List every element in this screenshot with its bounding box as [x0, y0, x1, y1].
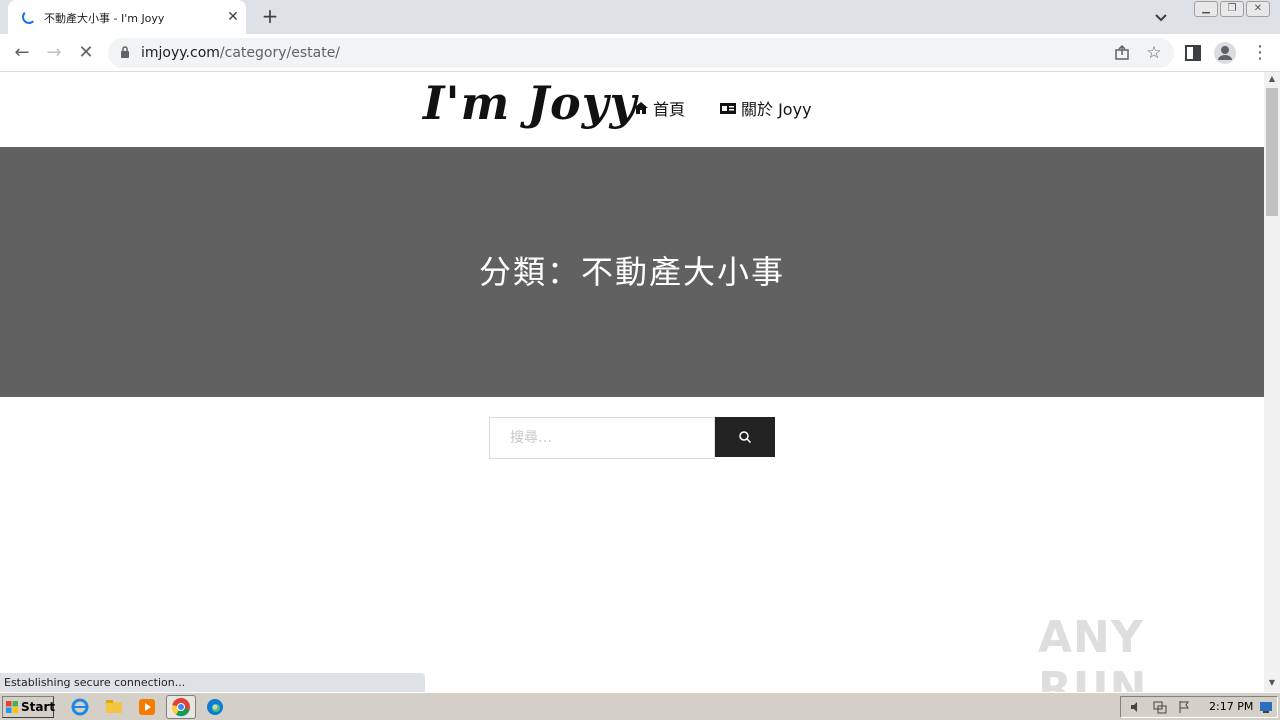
search-icon [739, 431, 752, 444]
search-input[interactable] [489, 417, 715, 459]
windows-logo-icon [6, 701, 18, 713]
category-title: 分類：不動產大小事 [478, 253, 785, 291]
scroll-down-icon[interactable]: ▼ [1264, 676, 1280, 690]
window-controls: ▁ ❐ ✕ [1194, 1, 1270, 17]
edge-icon[interactable] [205, 697, 225, 717]
side-panel-icon[interactable] [1182, 42, 1204, 64]
windows-taskbar: Start 2:17 PM [0, 692, 1280, 720]
search-form [489, 417, 775, 459]
anyrun-watermark: ANY RUN [1038, 612, 1148, 692]
back-icon[interactable]: ← [10, 41, 34, 65]
url-text[interactable]: imjoyy.com/category/estate/ [141, 45, 340, 61]
ie-icon[interactable] [70, 697, 90, 717]
url-host: imjoyy.com [141, 45, 220, 61]
restore-icon[interactable]: ❐ [1220, 1, 1244, 17]
tab-strip: 不動產大小事 - I'm Joyy ✕ + ▁ ❐ ✕ [0, 0, 1280, 34]
site-header: I'm Joyy 首頁 關於 Joyy [0, 72, 1264, 147]
tab-title: 不動產大小事 - I'm Joyy [44, 12, 165, 25]
browser-tab[interactable]: 不動產大小事 - I'm Joyy ✕ [8, 0, 246, 34]
menu-kebab-icon[interactable]: ⋮ [1248, 41, 1272, 65]
network-icon[interactable] [1153, 700, 1167, 714]
web-page: I'm Joyy 首頁 關於 Joyy 分類：不動產大小事 搜尋… ANY RU… [0, 72, 1264, 692]
nav-home-label: 首頁 [653, 100, 686, 119]
forward-icon[interactable]: → [42, 41, 66, 65]
lock-icon[interactable] [120, 46, 130, 58]
minimize-icon[interactable]: ▁ [1194, 1, 1218, 17]
category-hero: 分類：不動產大小事 [0, 147, 1264, 397]
media-player-icon[interactable] [137, 697, 157, 717]
close-window-icon[interactable]: ✕ [1246, 1, 1270, 17]
action-center-flag-icon[interactable] [1177, 700, 1191, 714]
nav-about[interactable]: 關於 Joyy [719, 96, 812, 120]
taskbar-clock[interactable]: 2:17 PM [1209, 700, 1253, 713]
volume-icon[interactable] [1129, 700, 1143, 714]
show-desktop-icon[interactable] [1259, 700, 1273, 714]
loading-spinner-icon [22, 10, 36, 24]
search-button[interactable] [715, 417, 775, 457]
address-bar[interactable]: imjoyy.com/category/estate/ ☆ [108, 38, 1174, 68]
url-path: /category/estate/ [219, 45, 341, 61]
chrome-taskbar-button[interactable] [166, 695, 196, 719]
start-button[interactable]: Start [2, 696, 56, 718]
new-tab-button[interactable]: + [258, 5, 282, 29]
close-tab-icon[interactable]: ✕ [224, 8, 242, 26]
tab-search-icon[interactable] [1150, 6, 1172, 28]
bookmark-star-icon[interactable]: ☆ [1144, 43, 1164, 63]
scroll-up-icon[interactable]: ▲ [1264, 72, 1280, 86]
home-icon [634, 102, 648, 114]
stop-loading-icon[interactable]: ✕ [74, 41, 98, 65]
site-logo[interactable]: I'm Joyy [423, 76, 637, 130]
system-tray: 2:17 PM [1120, 696, 1278, 718]
profile-avatar-icon[interactable] [1213, 41, 1237, 65]
status-bubble: Establishing secure connection... [0, 673, 425, 692]
scrollbar-thumb[interactable] [1266, 88, 1278, 216]
chrome-icon [171, 698, 190, 717]
share-icon[interactable] [1112, 43, 1132, 63]
folder-icon[interactable] [104, 697, 124, 717]
page-scrollbar[interactable]: ▲ ▼ [1264, 72, 1280, 692]
start-label: Start [21, 700, 56, 714]
id-card-icon [720, 103, 736, 114]
nav-home[interactable]: 首頁 [633, 96, 685, 120]
browser-toolbar: ← → ✕ imjoyy.com/category/estate/ ☆ ⋮ [0, 34, 1280, 72]
nav-about-label: 關於 Joyy [741, 100, 812, 119]
